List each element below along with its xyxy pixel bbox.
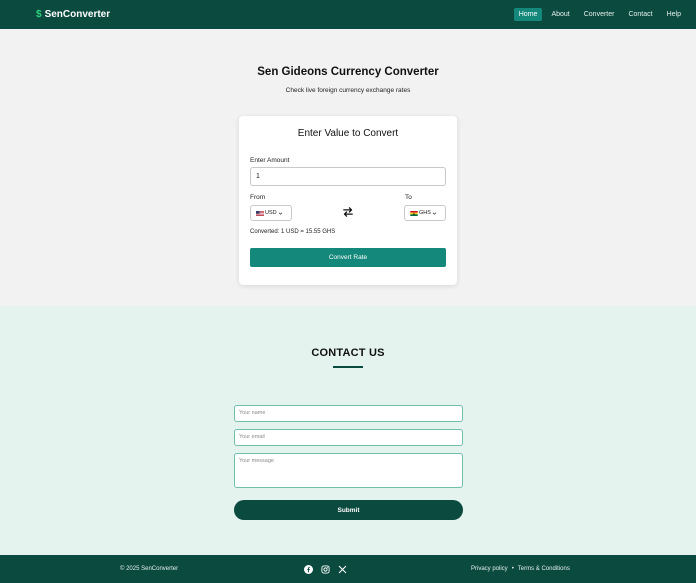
swap-icon[interactable] bbox=[341, 205, 355, 219]
conversion-result: Converted: 1 USD = 15.55 GHS bbox=[250, 229, 336, 235]
convert-rate-button[interactable]: Convert Rate bbox=[250, 248, 446, 267]
dollar-icon: $ bbox=[36, 9, 42, 20]
nav-link-contact[interactable]: Contact bbox=[623, 8, 657, 21]
chevron-down-icon bbox=[278, 212, 282, 215]
nav-link-converter[interactable]: Converter bbox=[579, 8, 620, 21]
to-currency-value: GHS bbox=[419, 210, 431, 216]
nav-links: Home About Converter Contact Help bbox=[513, 0, 686, 29]
navbar: $ SenConverter Home About Converter Cont… bbox=[0, 0, 696, 29]
social-links bbox=[304, 555, 347, 583]
contact-section: CONTACT US Your name Your email Your mes… bbox=[0, 306, 696, 555]
message-field[interactable]: Your message bbox=[234, 453, 463, 488]
from-currency-value: USD bbox=[265, 210, 277, 216]
converter-card: Enter Value to Convert Enter Amount 1 Fr… bbox=[239, 116, 457, 285]
separator-dot: • bbox=[511, 566, 514, 572]
nav-link-about[interactable]: About bbox=[546, 8, 574, 21]
amount-input[interactable]: 1 bbox=[250, 167, 446, 186]
contact-title: CONTACT US bbox=[311, 347, 385, 359]
privacy-policy-link[interactable]: Privacy policy bbox=[471, 566, 508, 572]
submit-button[interactable]: Submit bbox=[234, 500, 463, 520]
instagram-icon[interactable] bbox=[321, 564, 330, 574]
email-field[interactable]: Your email bbox=[234, 429, 463, 446]
footer: © 2025 SenConverter Privacy policy • Ter… bbox=[0, 555, 696, 583]
us-flag-icon bbox=[256, 210, 264, 216]
ghana-flag-icon bbox=[410, 210, 418, 216]
name-field[interactable]: Your name bbox=[234, 405, 463, 422]
nav-link-help[interactable]: Help bbox=[662, 8, 686, 21]
chevron-down-icon bbox=[432, 212, 437, 215]
copyright-text: © 2025 SenConverter bbox=[120, 566, 179, 572]
hero-section: Sen Gideons Currency Converter Check liv… bbox=[0, 29, 696, 306]
from-currency-select[interactable]: USD bbox=[250, 205, 292, 221]
x-icon[interactable] bbox=[338, 565, 347, 574]
page-title: Sen Gideons Currency Converter bbox=[257, 66, 439, 78]
terms-link[interactable]: Terms & Conditions bbox=[518, 566, 570, 572]
brand-logo[interactable]: $ SenConverter bbox=[36, 0, 110, 29]
to-currency-select[interactable]: GHS bbox=[404, 205, 446, 221]
from-label: From bbox=[250, 194, 266, 201]
facebook-icon[interactable] bbox=[304, 564, 313, 574]
amount-label: Enter Amount bbox=[250, 157, 290, 164]
to-label: To bbox=[405, 194, 412, 201]
page-subtitle: Check live foreign currency exchange rat… bbox=[285, 87, 411, 94]
converter-title: Enter Value to Convert bbox=[297, 128, 399, 139]
footer-links: Privacy policy • Terms & Conditions bbox=[471, 555, 570, 583]
nav-link-home[interactable]: Home bbox=[513, 8, 543, 21]
brand-name: SenConverter bbox=[44, 9, 111, 20]
title-underline bbox=[333, 366, 363, 368]
